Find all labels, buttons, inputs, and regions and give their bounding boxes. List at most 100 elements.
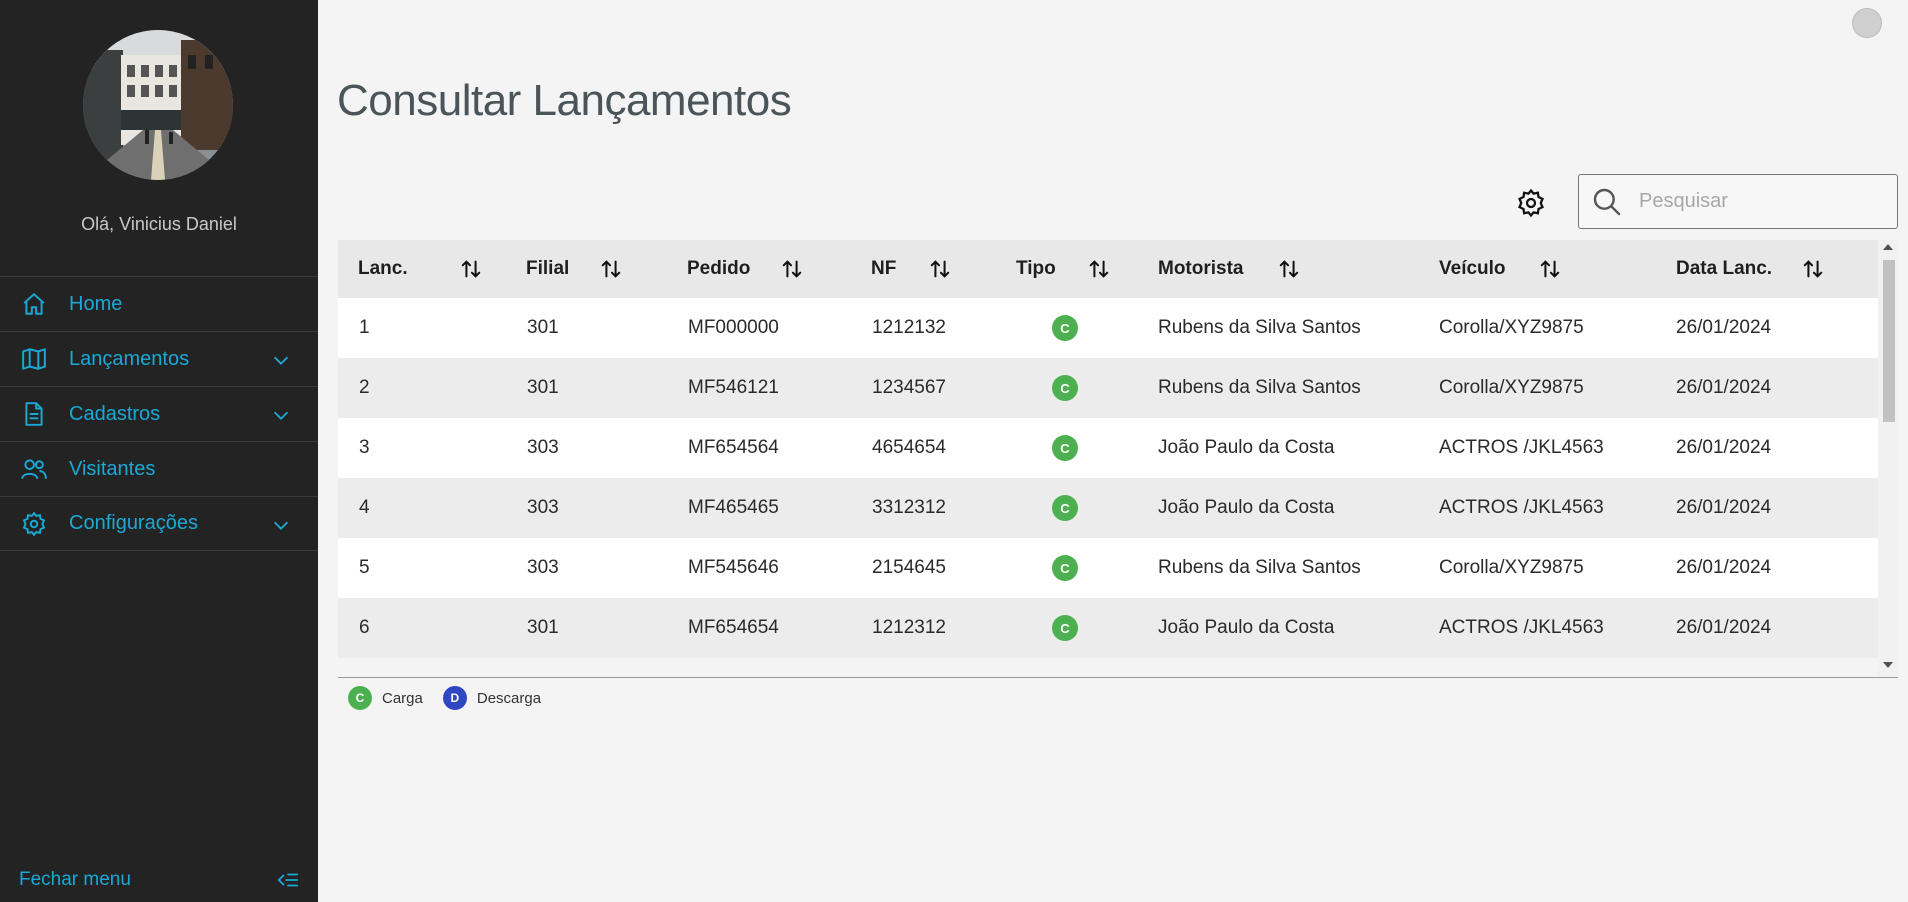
sort-icon[interactable] — [1278, 258, 1300, 280]
cell-nf: 1212132 — [872, 317, 946, 338]
tipo-badge: C — [1052, 435, 1078, 461]
tipo-badge: C — [1052, 495, 1078, 521]
column-header-label: Filial — [526, 258, 570, 279]
column-header-label: Tipo — [1016, 258, 1056, 279]
cell-lanc: 5 — [359, 557, 370, 578]
home-icon — [20, 290, 48, 318]
cell-data: 26/01/2024 — [1676, 617, 1772, 638]
chevron-down-icon[interactable] — [270, 404, 292, 426]
search-input[interactable] — [1639, 190, 1879, 213]
cell-lanc: 2 — [359, 377, 370, 398]
greeting: Olá, Vinicius Daniel — [81, 214, 237, 234]
sidebar-item-home[interactable]: Home — [0, 276, 318, 331]
table-row[interactable]: 3 303 MF654564 4654654 C João Paulo da C… — [338, 418, 1878, 478]
sidebar-nav: Home Lançamentos Cadastros Visitantes Co… — [0, 276, 318, 551]
cell-veiculo: Corolla/XYZ9875 — [1439, 377, 1584, 398]
cell-tipo: C — [1052, 298, 1078, 358]
collapse-menu-icon — [277, 869, 299, 891]
table-row[interactable]: 1 301 MF000000 1212132 C Rubens da Silva… — [338, 298, 1878, 358]
table-row[interactable]: 4 303 MF465465 3312312 C João Paulo da C… — [338, 478, 1878, 538]
column-header-veiculo[interactable]: Veículo — [1439, 240, 1589, 298]
cell-tipo: C — [1052, 418, 1078, 478]
sort-icon[interactable] — [1539, 258, 1561, 280]
column-header-data-lanc[interactable]: Data Lanc. — [1676, 240, 1856, 298]
cell-pedido: MF654564 — [688, 437, 779, 458]
table-row[interactable]: 6 301 MF654654 1212312 C João Paulo da C… — [338, 598, 1878, 658]
scroll-up-arrow-icon[interactable] — [1883, 244, 1893, 250]
book-icon — [20, 345, 48, 373]
table-settings-button[interactable] — [1516, 188, 1546, 218]
cell-filial: 303 — [527, 497, 559, 518]
column-header-pedido[interactable]: Pedido — [687, 240, 857, 298]
legend-badge-carga: C — [348, 686, 372, 710]
tipo-badge: C — [1052, 555, 1078, 581]
cell-filial: 301 — [527, 377, 559, 398]
cell-nf: 3312312 — [872, 497, 946, 518]
column-header-tipo[interactable]: Tipo — [1016, 240, 1146, 298]
cell-motorista: Rubens da Silva Santos — [1158, 557, 1361, 578]
user-avatar-button[interactable] — [1852, 8, 1882, 38]
chevron-down-icon[interactable] — [270, 349, 292, 371]
sort-icon[interactable] — [929, 258, 951, 280]
cell-data: 26/01/2024 — [1676, 557, 1772, 578]
cell-motorista: João Paulo da Costa — [1158, 497, 1335, 518]
sort-icon[interactable] — [781, 258, 803, 280]
sort-icon[interactable] — [600, 258, 622, 280]
close-menu-button[interactable]: Fechar menu — [19, 866, 299, 894]
scroll-thumb[interactable] — [1883, 260, 1895, 422]
sidebar-item-label: Cadastros — [69, 402, 161, 425]
users-icon — [20, 455, 48, 483]
cell-nf: 1234567 — [872, 377, 946, 398]
sidebar-item-visitantes[interactable]: Visitantes — [0, 441, 318, 496]
sidebar: Olá, Vinicius Daniel Home Lançamentos Ca… — [0, 0, 318, 902]
cell-pedido: MF545646 — [688, 557, 779, 578]
column-header-filial[interactable]: Filial — [526, 240, 676, 298]
tipo-badge: C — [1052, 315, 1078, 341]
cell-lanc: 1 — [359, 317, 370, 338]
cell-veiculo: Corolla/XYZ9875 — [1439, 557, 1584, 578]
sort-icon[interactable] — [460, 258, 482, 280]
column-header-motorista[interactable]: Motorista — [1158, 240, 1358, 298]
sidebar-item-label: Configurações — [69, 512, 198, 534]
sidebar-item-configuracoes[interactable]: Configurações — [0, 496, 318, 551]
scroll-down-arrow-icon[interactable] — [1883, 662, 1893, 668]
sidebar-item-cadastros[interactable]: Cadastros — [0, 386, 318, 441]
cell-pedido: MF465465 — [688, 497, 779, 518]
column-header-nf[interactable]: NF — [871, 240, 1001, 298]
column-header-label: Lanc. — [358, 258, 408, 279]
cell-filial: 303 — [527, 437, 559, 458]
tipo-badge: C — [1052, 375, 1078, 401]
sidebar-item-label: Visitantes — [69, 457, 156, 480]
table-row[interactable]: 5 303 MF545646 2154645 C Rubens da Silva… — [338, 538, 1878, 598]
column-header-lanc[interactable]: Lanc. — [358, 240, 518, 298]
table-scrollbar[interactable] — [1878, 240, 1898, 677]
legend-badge-descarga: D — [442, 686, 467, 710]
type-legend: C Carga D Descarga — [348, 686, 561, 710]
cell-tipo: C — [1052, 478, 1078, 538]
sort-icon[interactable] — [1088, 258, 1110, 280]
table-header: Lanc. Filial Pedido NF Tipo Motorista Ve… — [338, 240, 1878, 298]
cell-veiculo: ACTROS /JKL4563 — [1439, 497, 1604, 518]
cell-data: 26/01/2024 — [1676, 437, 1772, 458]
cell-tipo: C — [1052, 598, 1078, 658]
cell-motorista: Rubens da Silva Santos — [1158, 377, 1361, 398]
avatar[interactable] — [83, 30, 233, 180]
sort-icon[interactable] — [1802, 258, 1824, 280]
column-header-label: NF — [871, 258, 897, 279]
cell-veiculo: ACTROS /JKL4563 — [1439, 437, 1604, 458]
cell-motorista: João Paulo da Costa — [1158, 617, 1335, 638]
cell-nf: 2154645 — [872, 557, 946, 578]
close-menu-label: Fechar menu — [19, 869, 131, 890]
search-box — [1578, 174, 1898, 229]
launches-table: Lanc. Filial Pedido NF Tipo Motorista Ve… — [338, 240, 1898, 678]
cell-nf: 4654654 — [872, 437, 946, 458]
gear-icon — [1518, 188, 1544, 218]
gear-icon — [20, 510, 48, 538]
cell-veiculo: Corolla/XYZ9875 — [1439, 317, 1584, 338]
table-row[interactable]: 2 301 MF546121 1234567 C Rubens da Silva… — [338, 358, 1878, 418]
sidebar-item-lancamentos[interactable]: Lançamentos — [0, 331, 318, 386]
cell-lanc: 3 — [359, 437, 370, 458]
tipo-badge: C — [1052, 615, 1078, 641]
chevron-down-icon[interactable] — [270, 514, 292, 536]
cell-lanc: 6 — [359, 617, 370, 638]
